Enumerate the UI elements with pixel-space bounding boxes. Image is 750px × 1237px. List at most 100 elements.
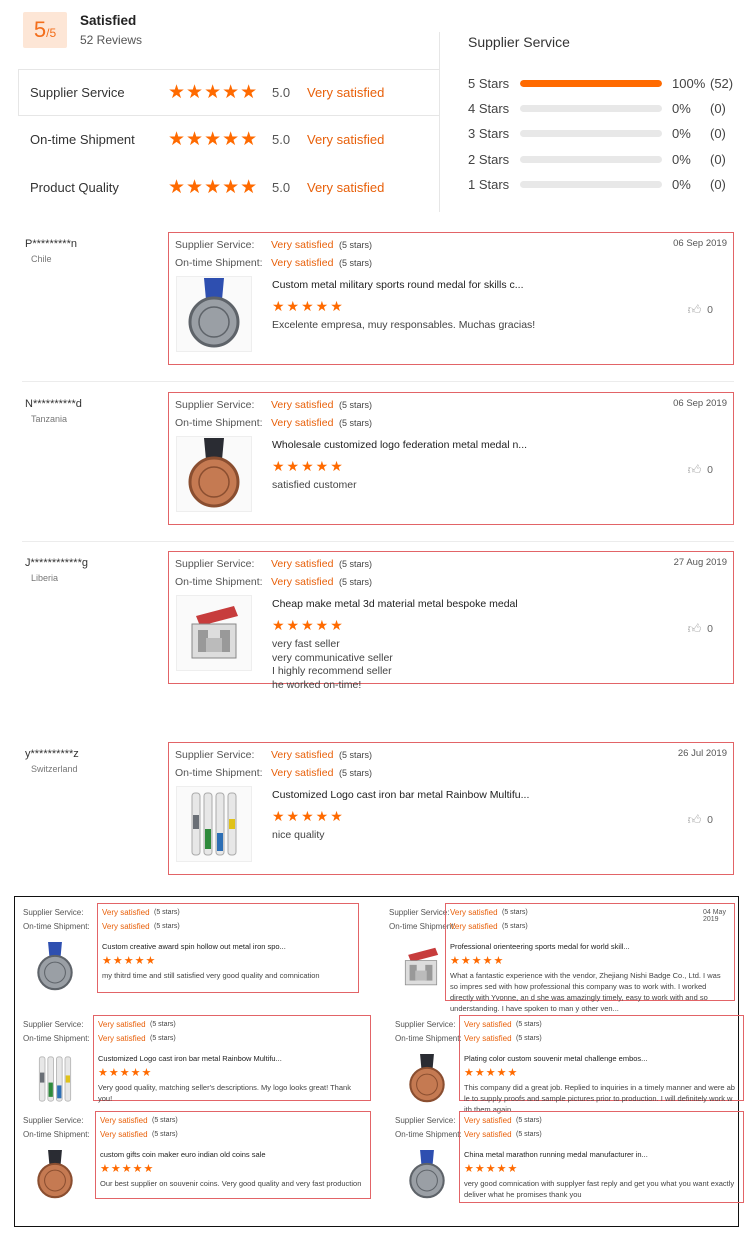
breakdown-bar (520, 104, 662, 112)
reviewer-name: N**********d (25, 398, 82, 410)
review-card: Supplier Service: Very satisfied (5 star… (168, 392, 734, 525)
mini-review-text: Our best supplier on souvenir coins. Ver… (100, 1179, 362, 1188)
product-star-rating: ★★★★★ (272, 617, 345, 633)
reviewer-country: Liberia (31, 573, 59, 583)
mini-supplier-service-label: Supplier Service: (23, 908, 84, 917)
mini-ontime-shipment-label: On-time Shipment: (23, 1034, 90, 1043)
product-title[interactable]: Customized Logo cast iron bar metal Rain… (272, 789, 529, 801)
breakdown-percent: 100% (672, 75, 706, 91)
review-card: Supplier Service: Very satisfied (5 star… (168, 551, 734, 691)
satisfaction-label: Satisfied (80, 13, 137, 28)
product-thumbnail[interactable] (176, 786, 252, 862)
mini-supplier-service-label: Supplier Service: (395, 1116, 456, 1125)
mini-supplier-service-label: Supplier Service: (23, 1020, 84, 1029)
like-count: 0 (707, 623, 713, 635)
breakdown-label: 5 Stars (468, 75, 510, 91)
ontime-shipment-stars: (5 stars) (339, 418, 373, 428)
like-button[interactable]: 👍︎ 0 (688, 302, 713, 318)
reviewer-country: Tanzania (31, 414, 68, 424)
breakdown-count: (0) (710, 100, 726, 116)
product-thumbnail[interactable] (176, 595, 252, 671)
ontime-shipment-rating: Very satisfied (271, 257, 334, 269)
mini-ontime-shipment-label: On-time Shipment: (23, 922, 90, 931)
star-rating: ★★★★★ (168, 129, 259, 150)
ontime-shipment-rating: Very satisfied (271, 417, 334, 429)
mini-star-rating: ★★★★★ (464, 1067, 519, 1079)
mini-star-rating: ★★★★★ (464, 1163, 519, 1175)
mini-supplier-service-label: Supplier Service: (23, 1116, 84, 1125)
product-title[interactable]: Cheap make metal 3d material metal bespo… (272, 598, 518, 610)
star-rating: ★★★★★ (168, 82, 259, 103)
mini-review-text: my thitrd time and still satisfied very … (102, 971, 320, 980)
like-count: 0 (707, 304, 713, 316)
review-text: Excelente empresa, muy responsables. Muc… (272, 319, 536, 331)
mini-product-title: Professional orienteering sports medal f… (450, 942, 630, 951)
ontime-shipment-label: On-time Shipment: (175, 257, 263, 269)
supplier-service-rating: Very satisfied (271, 749, 334, 761)
score-badge: 5/5 (23, 12, 67, 48)
product-thumbnail[interactable] (176, 276, 252, 352)
supplier-service-stars: (5 stars) (339, 240, 373, 250)
product-thumbnail[interactable] (176, 436, 252, 512)
ontime-shipment-label: On-time Shipment: (175, 576, 263, 588)
mini-product-thumbnail (29, 1149, 81, 1201)
supplier-service-rating: Very satisfied (271, 239, 334, 251)
breakdown-count: (52) (710, 75, 734, 91)
breakdown-percent: 0% (672, 176, 691, 192)
mini-ontime-shipment-label: On-time Shipment: (395, 1130, 462, 1139)
star-rating: ★★★★★ (168, 177, 259, 198)
product-title[interactable]: Custom metal military sports round medal… (272, 279, 524, 291)
dimension-product-quality[interactable]: Product Quality ★★★★★ 5.0 Very satisfied (18, 164, 440, 211)
like-button[interactable]: 👍︎ 0 (688, 812, 713, 828)
supplier-service-label: Supplier Service: (175, 558, 255, 570)
thumbs-up-icon: 👍︎ (687, 621, 702, 636)
supplier-service-rating: Very satisfied (271, 558, 334, 570)
ontime-shipment-stars: (5 stars) (339, 768, 373, 778)
mini-review-card: Very satisfied (5 stars) Very satisfied … (93, 1015, 371, 1103)
dimension-ontime-shipment[interactable]: On-time Shipment ★★★★★ 5.0 Very satisfie… (18, 116, 440, 163)
product-star-rating: ★★★★★ (272, 458, 345, 474)
breakdown-bar (520, 180, 662, 188)
review-count: 52 Reviews (80, 33, 143, 47)
review-date: 06 Sep 2019 (673, 238, 727, 249)
review-text: nice quality (272, 829, 325, 841)
breakdown-count: (0) (710, 151, 726, 167)
mini-ontime-shipment-label: On-time Shipment: (395, 1034, 462, 1043)
dimension-supplier-service[interactable]: Supplier Service ★★★★★ 5.0 Very satisfie… (18, 69, 440, 116)
mini-review-card: Very satisfied (5 stars) Very satisfied … (459, 1111, 744, 1203)
mini-ontime-shipment-label: On-time Shipment: (23, 1130, 90, 1139)
ontime-shipment-rating: Very satisfied (271, 767, 334, 779)
mini-star-rating: ★★★★★ (450, 955, 505, 967)
breakdown-row: 3 Stars 0% (0) (468, 124, 738, 142)
thumbs-up-icon: 👍︎ (687, 812, 702, 827)
mini-review-text: very good comnication with supplyer fast… (464, 1179, 735, 1199)
mini-product-title: Plating color custom souvenir metal chal… (464, 1054, 648, 1063)
mini-review-date: 04 May 2019 (703, 909, 726, 923)
mini-review-text: What a fantastic experience with the ven… (450, 971, 721, 1013)
like-button[interactable]: 👍︎ 0 (688, 621, 713, 637)
mini-product-thumbnail (401, 1053, 453, 1105)
supplier-service-label: Supplier Service: (175, 749, 255, 761)
breakdown-row: 4 Stars 0% (0) (468, 99, 738, 117)
breakdown-bar-fill (520, 79, 662, 87)
mini-product-thumbnail (395, 941, 447, 993)
mini-product-thumbnail (29, 941, 81, 993)
supplier-service-rating: Very satisfied (271, 399, 334, 411)
breakdown-bar (520, 129, 662, 137)
reviewer-name: P*********n (25, 238, 77, 250)
thumbs-up-icon: 👍︎ (687, 462, 702, 477)
supplier-service-stars: (5 stars) (339, 750, 373, 760)
like-button[interactable]: 👍︎ 0 (688, 462, 713, 478)
product-star-rating: ★★★★★ (272, 808, 345, 824)
product-star-rating: ★★★★★ (272, 298, 345, 314)
product-title[interactable]: Wholesale customized logo federation met… (272, 439, 527, 451)
reviewer-country: Chile (31, 254, 52, 264)
breakdown-label: 2 Stars (468, 151, 510, 167)
reviewer-name: J************g (25, 557, 88, 569)
review-collage-image: Supplier Service: On-time Shipment: Very… (14, 896, 744, 1227)
mini-product-title: custom gifts coin maker euro indian old … (100, 1150, 266, 1159)
mini-product-title: Custom creative award spin hollow out me… (102, 942, 286, 951)
like-count: 0 (707, 814, 713, 826)
breakdown-row: 5 Stars 100% (52) (468, 74, 738, 92)
ontime-shipment-label: On-time Shipment: (175, 767, 263, 779)
